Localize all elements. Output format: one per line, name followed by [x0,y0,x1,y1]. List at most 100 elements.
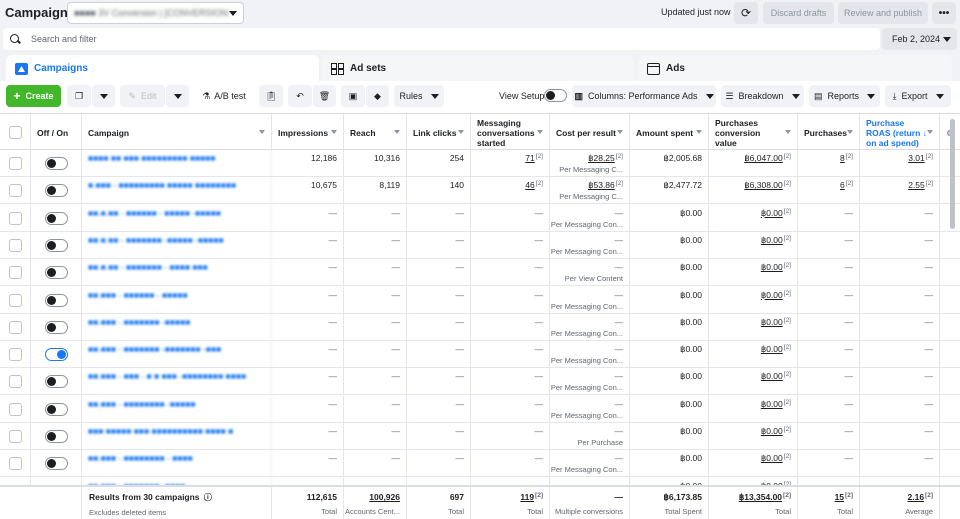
campaign-toggle[interactable] [45,375,68,389]
cell-value[interactable]: 46 [525,180,534,190]
table-row[interactable]: ■■■■ ■■ ■■■ ■■■■■■■■■ ■■■■■ 12,186 10,316 2… [0,150,960,177]
create-button[interactable]: + Create [6,85,61,107]
campaign-name-link[interactable]: ■■■■ ■■ ■■■ ■■■■■■■■■ ■■■■■ [82,150,272,177]
cell-value[interactable]: ฿0.00 [761,453,783,463]
columns-button[interactable]: ▥ Columns: Performance Ads [572,85,716,107]
campaign-toggle[interactable] [45,320,68,334]
row-checkbox[interactable] [8,238,22,252]
campaign-name-link[interactable]: ■■.■■■ - ■■■■■■■■ - ■■■■ [82,450,272,478]
row-checkbox[interactable] [8,293,22,307]
campaign-toggle[interactable] [45,457,68,471]
table-row[interactable]: ■■.■■■ - ■■■■■■■ -■■■■■■■ -■■■ — — — — — Per M… [0,341,960,369]
campaign-name-link[interactable]: ■■.■■■ - ■■■■■■■ -■■■■■ [82,313,272,341]
cell-value[interactable]: 71 [525,153,534,163]
header-amount-spent[interactable]: Amount spent [630,114,709,151]
row-checkbox[interactable] [8,348,22,362]
campaign-name-link[interactable]: ■■.■.■■ - ■■■■■■ - ■■■■■ -■■■■■ [82,204,272,232]
header-cost-per-result[interactable]: Cost per result [550,114,630,151]
campaign-toggle[interactable] [45,348,68,362]
ab-test-button[interactable]: ⚗ A/B test [194,85,254,107]
campaign-name-link[interactable]: ■■■ ■■■■■ ■■■ ■■■■■■■■■■ ■■■■ ■ [82,423,272,450]
campaign-toggle[interactable] [45,157,68,170]
header-campaign[interactable]: Campaign [82,114,272,151]
vertical-scrollbar[interactable] [950,119,955,229]
table-row[interactable]: ■■.■■■ - ■■■■■■■■ - ■■■■ — — — — — Per Messagi… [0,450,960,478]
row-checkbox[interactable] [8,375,22,389]
tab-ad-sets[interactable]: Ad sets [322,55,634,82]
row-checkbox[interactable] [8,402,22,416]
cell-value[interactable]: ฿0.00 [761,262,783,272]
edit-dropdown-button[interactable] [166,85,189,107]
account-selector[interactable]: ■■■■ 3V Conversion | [CONVERSIONS]... [67,2,244,24]
discard-drafts-button[interactable]: Discard drafts [763,2,834,24]
more-options-button[interactable]: ••• [932,2,956,24]
cell-value[interactable]: ฿0.00 [761,399,783,409]
review-publish-button[interactable]: Review and publish [838,2,928,24]
campaign-toggle[interactable] [45,430,68,443]
tab-ads[interactable]: Ads [638,55,952,82]
cell-value[interactable]: ฿6,047.00 [744,153,783,163]
cell-value[interactable]: 3.01 [908,153,925,163]
breakdown-button[interactable]: ☰ Breakdown [721,85,804,107]
header-purchases[interactable]: Purchases [798,114,860,151]
footer-purchases-value[interactable]: 15 [835,492,844,502]
reports-button[interactable]: ▤ Reports [809,85,880,107]
row-checkbox[interactable] [8,157,22,170]
preview-button[interactable]: ▣ [341,85,365,107]
table-row[interactable]: ■■■ ■■■■■ ■■■ ■■■■■■■■■■ ■■■■ ■ — — — — — Per … [0,423,960,450]
header-roas[interactable]: Purchase ROAS (return on ad spend) ↓ [860,114,940,151]
rules-button[interactable]: Rules [394,85,444,107]
campaign-name-link[interactable]: ■■.■.■■ - ■■■■■■■ -■■■■■ -■■■■■ [82,231,272,259]
tab-campaigns[interactable]: Campaigns [6,55,319,82]
campaign-name-link[interactable]: ■.■■■ - ■■■■■■■■■ ■■■■■ ■■■■■■■■ [82,177,272,205]
campaign-name-link[interactable]: ■■.■■■ - ■■■■■■ - ■■■■■ [82,286,272,314]
table-row[interactable]: ■■.■■■ - ■■■■■■■ -■■■■■ — — — — — Per Messagin… [0,313,960,341]
footer-messaging-value[interactable]: 119 [520,492,534,502]
table-row[interactable]: ■■.■■■ - ■■■ - ■ ■ ■■■ -■■■■■■■■ ■■■■ — — —… [0,368,960,396]
campaign-name-link[interactable]: ■■.■■■ - ■■■■■■■ -■■■■■■■ -■■■ [82,341,272,369]
table-row[interactable]: ■■.■■■ - ■■■■■■■■ -■■■■■ — — — — — Per Messagi… [0,395,960,423]
cell-value[interactable]: ฿0.00 [761,344,783,354]
cell-value[interactable]: ฿28.25 [588,153,615,163]
cell-value[interactable]: ฿6,308.00 [744,180,783,190]
row-checkbox[interactable] [8,457,22,471]
cell-value[interactable]: ฿0.00 [761,426,783,436]
cell-value[interactable]: ฿0.00 [761,208,783,218]
cell-value[interactable]: ฿0.00 [761,235,783,245]
cell-value[interactable]: ฿0.00 [761,317,783,327]
cell-value[interactable]: ฿0.00 [761,371,783,381]
clipboard-button[interactable]: 📋︎ [259,85,283,107]
row-checkbox[interactable] [8,430,22,443]
cell-value[interactable]: 2.55 [908,180,925,190]
view-setup-toggle[interactable] [544,89,567,102]
select-all-checkbox[interactable] [8,126,22,139]
campaign-toggle[interactable] [45,293,68,307]
tag-button[interactable]: ◆ [366,85,389,107]
table-row[interactable]: ■■.■.■■ - ■■■■■■ - ■■■■■ -■■■■■ — — — — — Per … [0,204,960,232]
cell-value[interactable]: ฿53.86 [588,180,615,190]
delete-button[interactable]: 🗑︎ [313,85,336,107]
cell-value[interactable]: 6 [840,180,845,190]
row-checkbox[interactable] [8,184,22,198]
table-row[interactable]: ■■.■■■ - ■■■■■■ - ■■■■■ — — — — — Per Messagin… [0,286,960,314]
edit-button[interactable]: ✎ Edit [120,85,165,107]
row-checkbox[interactable] [8,266,22,280]
campaign-toggle[interactable] [45,211,68,225]
header-impressions[interactable]: Impressions [272,114,344,151]
search-input[interactable] [31,34,831,44]
campaign-toggle[interactable] [45,238,68,252]
campaign-name-link[interactable]: ■■.■■■ - ■■■ - ■ ■ ■■■ -■■■■■■■■ ■■■■ [82,368,272,396]
duplicate-dropdown-button[interactable] [92,85,115,107]
header-messaging[interactable]: Messaging conversations started [471,114,550,151]
footer-value-value[interactable]: ฿13,354.00 [739,492,782,502]
header-link-clicks[interactable]: Link clicks [407,114,471,151]
export-button[interactable]: ⤓ Export [885,85,951,107]
row-checkbox[interactable] [8,320,22,334]
table-row[interactable]: ■■.■.■■ - ■■■■■■■ - ■■■■ ■■■ — — — — — Per Vie… [0,259,960,287]
campaign-toggle[interactable] [45,402,68,416]
cell-value[interactable]: 8 [840,153,845,163]
header-reach[interactable]: Reach [344,114,407,151]
date-range-picker[interactable]: Feb 2, 2024 [882,28,957,50]
search-bar[interactable] [3,28,880,50]
footer-reach-value[interactable]: 100,926 [369,492,400,502]
